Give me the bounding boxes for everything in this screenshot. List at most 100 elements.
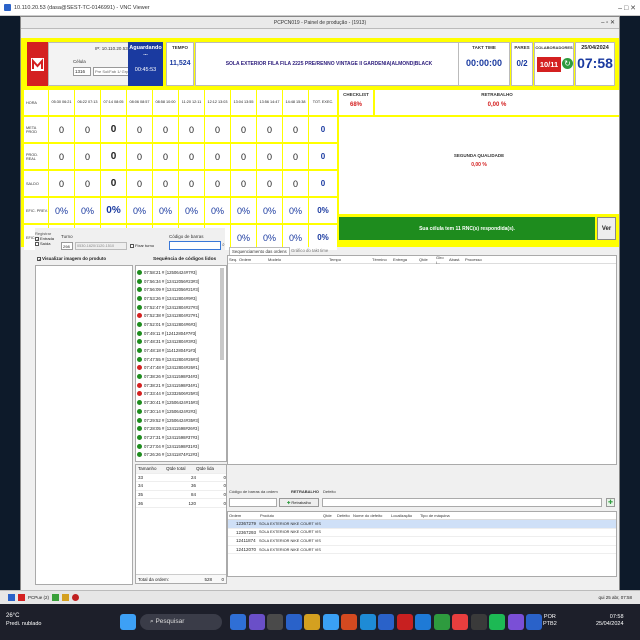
seq-item[interactable]: 07:28:05 # [12411598#26#3] <box>137 424 225 433</box>
seq-item[interactable]: 07:56:34 # [12412056#23#3] <box>137 277 225 286</box>
orders-col-header[interactable]: Qtde <box>418 257 435 262</box>
orders-col-header[interactable]: Modelo <box>267 257 328 262</box>
retrabalho-button[interactable]: ✚ Retrabalho <box>279 498 319 507</box>
order-row[interactable]: 12412070 SOLA EXTERIOR NIKE COURT VIS <box>228 545 616 555</box>
tab-sequenciamento[interactable]: Sequenciamento das ordens <box>229 247 290 255</box>
seq-item[interactable]: 07:52:38 # [12412804#27#1] <box>137 311 225 320</box>
defeito-add-icon[interactable]: ✚ <box>606 498 615 507</box>
orders-col-header[interactable]: Abast. <box>448 257 464 262</box>
seq-item[interactable]: 07:26:26 # [12411874#12#3] <box>137 450 225 459</box>
tab-grafico[interactable]: Gráfico do takt time <box>289 247 330 255</box>
grid-cell: 0 <box>49 144 74 169</box>
store-icon[interactable] <box>322 614 339 630</box>
seq-item[interactable]: 07:27:04 # [12411598#31#3] <box>137 442 225 451</box>
spotify-icon[interactable] <box>489 614 505 630</box>
seq-text: 07:29:52 # [12506424#35#3] <box>144 417 199 423</box>
taskbar-search[interactable]: ⌕ Pesquisar <box>140 614 222 630</box>
orders-col-header[interactable]: Processo <box>464 257 484 262</box>
window-controls[interactable]: – □ ✕ <box>618 4 636 12</box>
orders-col-header[interactable]: Entrega <box>392 257 418 262</box>
app-icon-2[interactable] <box>62 594 70 601</box>
tamanho-row: 34 36 0 <box>136 482 226 491</box>
word-icon[interactable] <box>415 614 431 630</box>
terminal-icon[interactable] <box>470 614 487 630</box>
explorer-icon[interactable] <box>304 614 320 630</box>
seq-item[interactable]: 07:58:21 # [12506424#7#3] <box>137 268 225 277</box>
retrabalho-input[interactable] <box>229 498 277 507</box>
vnc-title: 10.110.20.53 (dasa@SEST-TC-0146991) - VN… <box>14 4 150 11</box>
tray-lang[interactable]: POR PTB2 <box>543 614 557 628</box>
outlook-icon[interactable] <box>378 614 394 630</box>
app-window-controls[interactable]: – ▫ ✕ <box>601 17 615 29</box>
app-icon[interactable] <box>526 614 542 630</box>
order-row[interactable]: 12367293 SOLA EXTERIOR NIKE COURT VIS <box>228 528 616 538</box>
vnc-icon[interactable] <box>507 614 524 630</box>
seq-item[interactable]: 07:47:48 # [12412804#26#1] <box>137 364 225 373</box>
seq-item[interactable]: 07:48:31 # [12412804#3#3] <box>137 338 225 347</box>
app-icon-3[interactable] <box>72 594 80 601</box>
celula-field[interactable]: 1316 <box>73 67 91 76</box>
order-row[interactable]: 12367279 SOLA EXTERIOR NIKE COURT VIS <box>228 520 616 529</box>
visualizar-checkbox[interactable]: ✓Visualizar imagem do produto <box>37 256 106 261</box>
files-icon[interactable] <box>267 614 283 630</box>
seq-item[interactable]: 07:30:41 # [12506424#15#3] <box>137 398 225 407</box>
subtab-codigo[interactable]: Código de barras da ordem <box>229 489 278 494</box>
seq-item[interactable]: 07:33:44 # [12332606#25#3] <box>137 390 225 399</box>
seq-item[interactable]: 07:47:55 # [12412804#26#3] <box>137 355 225 364</box>
rnc-banner[interactable]: Sua célula tem 11 RNC(s) respondida(s). <box>339 217 595 240</box>
defects-col-header[interactable]: Localização <box>390 513 419 518</box>
app-icon[interactable] <box>396 614 413 630</box>
seq-item[interactable]: 07:49:11 # [12412804#7#3] <box>137 329 225 338</box>
edge-icon[interactable] <box>285 614 302 630</box>
seq-item[interactable]: 07:52:47 # [12412804#27#3] <box>137 303 225 312</box>
pcpue-label[interactable]: PCPue (2) <box>28 595 49 600</box>
seq-item[interactable]: 07:52:01 # [12412804#6#3] <box>137 320 225 329</box>
vscode-icon[interactable] <box>359 614 376 630</box>
defects-col-header[interactable]: Ordem <box>228 513 259 518</box>
defects-col-header[interactable]: Defeito <box>336 513 352 518</box>
access-icon[interactable] <box>452 614 468 630</box>
grid-cell: 0 <box>257 171 282 196</box>
seq-item[interactable]: 07:29:52 # [12506424#35#3] <box>137 416 225 425</box>
defects-col-header[interactable]: Tipo de máquina <box>419 513 459 518</box>
seq-item[interactable]: 07:53:26 # [12412804#9#3] <box>137 294 225 303</box>
turno-field[interactable]: 298 <box>61 242 73 250</box>
defects-col-header[interactable]: Produto <box>259 513 322 518</box>
weather-widget[interactable]: 26°C Predi. nublado <box>6 612 41 628</box>
orders-col-header[interactable]: Seq. <box>228 257 238 262</box>
seq-item[interactable]: 07:48:18 # [11412804#1#3] <box>137 346 225 355</box>
seq-item[interactable]: 07:27:31 # [12411598#37#3] <box>137 433 225 442</box>
refresh-icon[interactable]: ↻ <box>562 58 573 69</box>
defects-col-header[interactable]: Nome do defeito <box>352 513 390 518</box>
check-icon <box>137 321 142 327</box>
order-row[interactable]: 12411874 SOLA EXTERIOR NIKE COURT VIS <box>228 537 616 546</box>
app-icon-1[interactable] <box>52 594 60 601</box>
seq-item[interactable]: 07:30:14 # [12506424#2#3] <box>137 407 225 416</box>
check-icon <box>137 434 142 440</box>
orders-col-header[interactable]: Ordem <box>238 257 267 262</box>
seq-item[interactable]: 07:38:21 # [12411598#34#1] <box>137 381 225 390</box>
defeito-input[interactable] <box>322 498 602 507</box>
subtab-defeito[interactable]: Defeito <box>323 489 336 494</box>
seq-scrollbar[interactable] <box>220 268 224 360</box>
task-view-icon[interactable] <box>230 614 246 630</box>
windows-start-icon[interactable] <box>120 614 136 630</box>
barcode-input[interactable] <box>169 241 221 250</box>
seq-item[interactable]: 07:56:09 # [12412056#21#3] <box>137 285 225 294</box>
pcpue-icon[interactable] <box>18 594 25 601</box>
orders-col-header[interactable]: Término <box>371 257 392 262</box>
seq-item[interactable]: 07:38:26 # [12411598#34#3] <box>137 372 225 381</box>
tray-clock[interactable]: 07:58 25/04/2024 <box>596 614 624 628</box>
ver-button[interactable]: Ver <box>597 217 616 240</box>
start-mini-icon[interactable] <box>8 594 15 601</box>
saida-checkbox[interactable]: Saída <box>35 241 57 246</box>
excel-icon[interactable] <box>433 614 450 630</box>
orders-col-header[interactable]: Tempo <box>328 257 371 262</box>
subtab-retrabalho[interactable]: RETRABALHO <box>291 489 319 494</box>
check-icon <box>137 330 142 336</box>
fixar-checkbox[interactable]: Fixar turno <box>130 243 154 248</box>
defects-col-header[interactable]: Qtde <box>322 513 336 518</box>
orders-col-header[interactable]: Giro l... <box>435 255 448 265</box>
chrome-icon[interactable] <box>341 614 357 630</box>
teams-icon[interactable] <box>248 614 265 630</box>
